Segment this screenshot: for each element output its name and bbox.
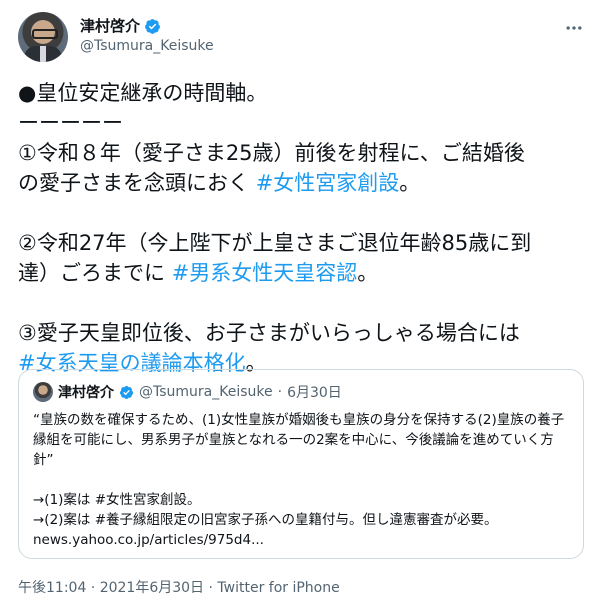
quoted-separator: ·: [277, 384, 283, 400]
tweet-line: ①令和８年（愛子さま25歳）前後を射程に、ご結婚後: [18, 138, 593, 168]
tweet-line: 達）ごろまでに #男系女性天皇容認。: [18, 258, 593, 288]
tweet-timestamp[interactable]: 午後11:04 · 2021年6月30日 · Twitter for iPhon…: [18, 577, 340, 597]
quoted-author-avatar: [33, 382, 53, 402]
tweet-line-text: ②令和27年（今上陛下が上皇さまご退位年齢85歳に到: [18, 231, 532, 255]
verified-badge-icon: [119, 385, 134, 399]
tweet-line-text: ①令和８年（愛子さま25歳）前後を射程に、ご結婚後: [18, 141, 525, 165]
tweet-line-text: の愛子さまを念頭におく: [18, 171, 256, 195]
verified-badge-icon: [145, 18, 160, 34]
tweet-line: ●皇位安定継承の時間軸。: [18, 78, 593, 108]
tweet-text: ●皇位安定継承の時間軸。 ーーーーー ①令和８年（愛子さま25歳）前後を射程に、ご結…: [18, 78, 593, 378]
tweet-header: 津村啓介 @Tsumura_Keisuke: [18, 12, 588, 62]
author-display-name-row[interactable]: 津村啓介: [80, 16, 214, 36]
hashtag-link[interactable]: #女性宮家創設: [256, 171, 400, 195]
quoted-tweet-header: 津村啓介 @Tsumura_Keisuke · 6月30日: [33, 382, 342, 402]
tweet-line: ②令和27年（今上陛下が上皇さまご退位年齢85歳に到: [18, 228, 593, 258]
author-display-name[interactable]: 津村啓介: [80, 16, 140, 36]
tweet-line: [18, 288, 593, 318]
tweet-line-text: 達）ごろまでに: [18, 261, 172, 285]
quoted-date: 6月30日: [287, 385, 342, 401]
quoted-tweet[interactable]: 津村啓介 @Tsumura_Keisuke · 6月30日 “皇族の数を確保する…: [18, 369, 584, 559]
tweet-line: [18, 198, 593, 228]
tweet-line-text: ③愛子天皇即位後、お子さまがいらっしゃる場合には: [18, 321, 520, 345]
quoted-tweet-body: “皇族の数を確保するため、(1)女性皇族が婚姻後も皇族の身分を保持する(2)皇族…: [33, 412, 565, 548]
tweet-line-text: ーーーーー: [18, 111, 123, 135]
hashtag-link[interactable]: #男系女性天皇容認: [172, 261, 358, 285]
author-handle[interactable]: @Tsumura_Keisuke: [80, 36, 214, 56]
author-name-block[interactable]: 津村啓介 @Tsumura_Keisuke: [80, 16, 214, 56]
tweet-line-suffix: 。: [357, 261, 379, 285]
quoted-author-display-name: 津村啓介: [58, 385, 114, 401]
more-options-icon[interactable]: [562, 18, 586, 38]
tweet-line: ③愛子天皇即位後、お子さまがいらっしゃる場合には: [18, 318, 593, 348]
quoted-author-handle: @Tsumura_Keisuke: [139, 384, 273, 400]
tweet-line: ーーーーー: [18, 108, 593, 138]
author-avatar[interactable]: [18, 12, 68, 62]
tweet-line: の愛子さまを念頭におく #女性宮家創設。: [18, 168, 593, 198]
tweet-line-suffix: 。: [399, 171, 421, 195]
tweet-line-text: ●皇位安定継承の時間軸。: [18, 81, 268, 105]
